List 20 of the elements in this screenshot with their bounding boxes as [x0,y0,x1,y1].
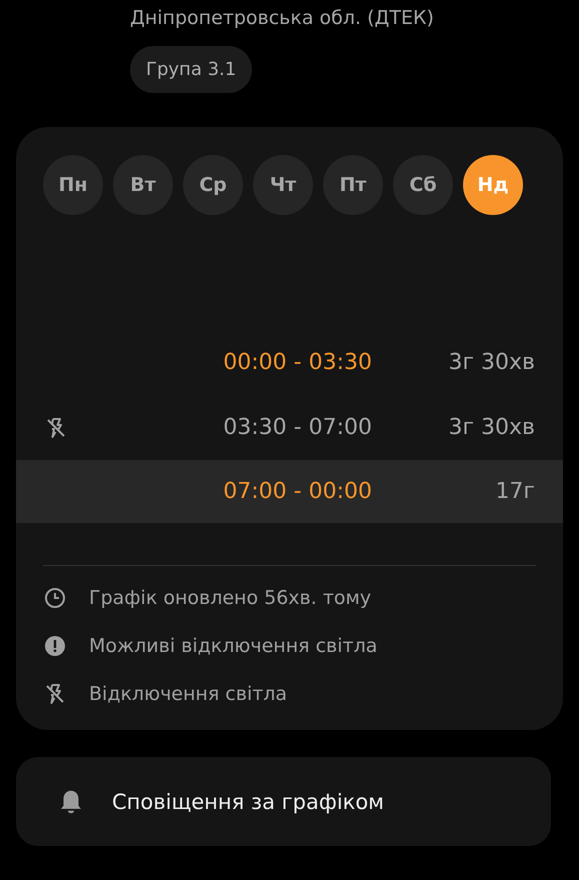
exclamation-icon [43,634,67,658]
legend-text: Відключення світла [89,683,288,705]
legend-text: Можливі відключення світла [89,635,378,657]
duration: 3г 30хв [447,415,535,440]
notifications-button[interactable]: Сповіщення за графіком [16,757,551,846]
time-range: 07:00 - 00:00 [222,479,372,504]
day-tab[interactable]: Вт [113,155,173,215]
clock-icon [43,586,67,610]
day-tab[interactable]: Пт [323,155,383,215]
legend-text: Графік оновлено 56хв. тому [89,587,372,609]
group-chip[interactable]: Група 3.1 [130,46,252,93]
time-range: 00:00 - 03:30 [222,350,372,375]
day-tab[interactable]: Сб [393,155,453,215]
day-tab[interactable]: Ср [183,155,243,215]
duration: 3г 30хв [447,350,535,375]
time-range: 03:30 - 07:00 [222,415,372,440]
region-name: Дніпропетровська обл. (ДТЕК) [130,6,434,31]
day-tab[interactable]: Чт [253,155,313,215]
duration: 17г [494,479,535,504]
day-tab[interactable]: Пн [43,155,103,215]
